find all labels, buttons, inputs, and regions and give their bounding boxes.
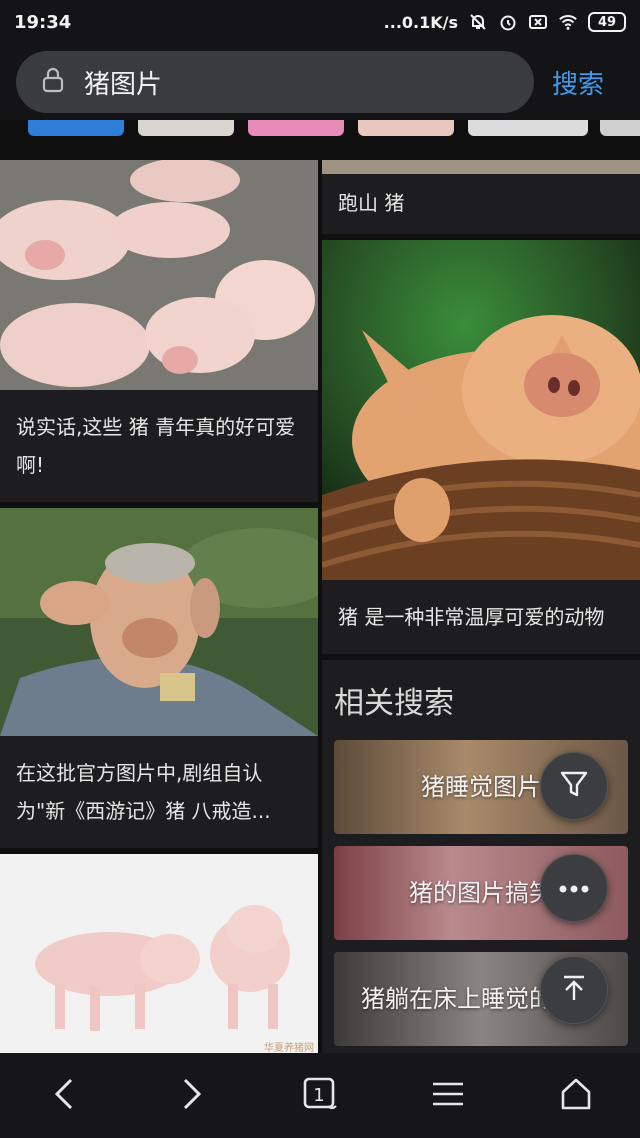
forward-icon xyxy=(181,1077,203,1115)
related-title: 相关搜索 xyxy=(334,686,454,721)
related-item-label: 猪睡觉图片 xyxy=(421,773,541,801)
result-image-basket-pig[interactable] xyxy=(322,240,640,580)
result-image-pigsy[interactable] xyxy=(0,508,318,736)
category-chip[interactable] xyxy=(358,120,454,136)
result-caption: 跑山 猪 xyxy=(338,191,405,215)
result-card[interactable]: 跑山 猪 xyxy=(322,160,640,234)
search-button[interactable]: 搜索 xyxy=(552,64,604,101)
search-input[interactable]: 猪图片 xyxy=(16,51,534,113)
back-to-top-button[interactable] xyxy=(540,956,608,1024)
alarm-icon xyxy=(498,12,518,32)
filter-button[interactable] xyxy=(540,752,608,820)
result-caption: 在这批官方图片中,剧组自认为"新《西游记》猪 八戒造... xyxy=(16,761,271,823)
battery-indicator: 49 xyxy=(588,12,626,32)
result-caption: 猪 是一种非常温厚可爱的动物 xyxy=(338,605,605,629)
result-image-two-piglets[interactable]: 华夏养猪网 PIGOL.CN 养猪门户网 xyxy=(0,854,318,1078)
tabs-button[interactable]: 1 xyxy=(280,1066,360,1126)
svg-text:1: 1 xyxy=(313,1085,324,1106)
forward-button[interactable] xyxy=(152,1066,232,1126)
results-left-column: 说实话,这些 猪 青年真的好可爱啊! 在这批官方图片中,剧组自认为"新《西游记》… xyxy=(0,160,318,1084)
menu-icon xyxy=(431,1080,465,1112)
wifi-icon xyxy=(558,12,578,32)
category-chips xyxy=(0,120,640,142)
category-chip[interactable] xyxy=(600,120,640,136)
home-button[interactable] xyxy=(536,1066,616,1126)
back-icon xyxy=(53,1077,75,1115)
category-chip[interactable] xyxy=(28,120,124,136)
result-image-mountain-pig[interactable] xyxy=(322,160,640,174)
result-card[interactable]: 华夏养猪网 PIGOL.CN 养猪门户网 xyxy=(0,854,318,1078)
result-caption: 说实话,这些 猪 青年真的好可爱啊! xyxy=(16,415,296,477)
menu-button[interactable] xyxy=(408,1066,488,1126)
status-bar: 19:34 ...0.1K/s 49 xyxy=(0,0,640,44)
back-button[interactable] xyxy=(24,1066,104,1126)
more-icon xyxy=(558,879,590,898)
no-sim-icon xyxy=(528,12,548,32)
more-button[interactable] xyxy=(540,854,608,922)
network-speed: ...0.1K/s xyxy=(383,12,458,32)
filter-icon xyxy=(559,769,589,803)
tabs-icon: 1 xyxy=(302,1076,338,1116)
category-chip[interactable] xyxy=(138,120,234,136)
mute-bell-icon xyxy=(468,12,488,32)
result-image-piglets[interactable] xyxy=(0,160,318,390)
result-card[interactable]: 在这批官方图片中,剧组自认为"新《西游记》猪 八戒造... xyxy=(0,508,318,848)
search-row: 猪图片 搜索 xyxy=(0,44,640,120)
bottom-navigation: 1 xyxy=(0,1053,640,1138)
back-to-top-icon xyxy=(559,973,589,1007)
search-query: 猪图片 xyxy=(84,69,163,100)
result-card[interactable]: 猪 是一种非常温厚可爱的动物 xyxy=(322,240,640,654)
category-chip[interactable] xyxy=(248,120,344,136)
category-chip[interactable] xyxy=(468,120,588,136)
results-right-column: 跑山 猪 猪 是一种非常温厚可爱的动物 相关搜索 猪睡觉图片 猪的图片搞笑 猪躺… xyxy=(322,160,640,1060)
status-icons: ...0.1K/s 49 xyxy=(384,12,626,32)
result-card[interactable]: 说实话,这些 猪 青年真的好可爱啊! xyxy=(0,160,318,502)
home-icon xyxy=(559,1077,593,1115)
lock-icon xyxy=(42,67,68,97)
status-time: 19:34 xyxy=(14,11,72,33)
